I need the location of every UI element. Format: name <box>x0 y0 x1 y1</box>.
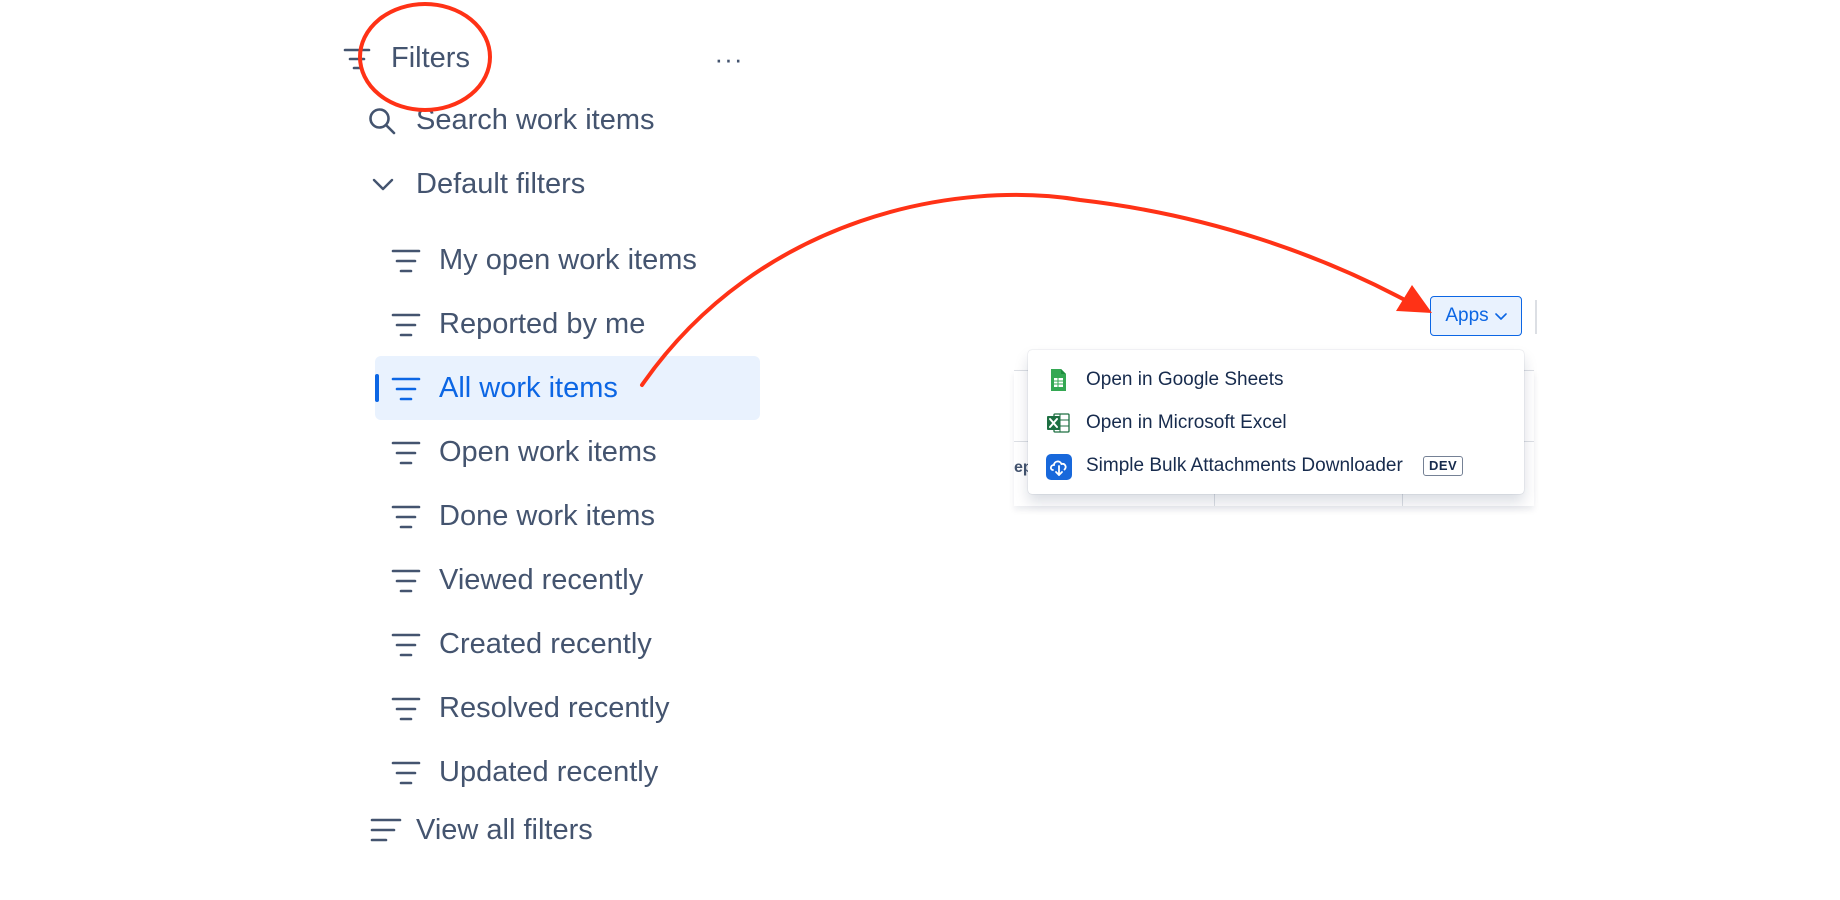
filter-item-viewed-recently[interactable]: Viewed recently <box>375 548 760 612</box>
search-work-items[interactable]: Search work items <box>360 100 760 140</box>
filters-header: Filters ··· <box>340 40 750 80</box>
filter-item-label: Open work items <box>439 436 657 468</box>
menu-item-open-microsoft-excel[interactable]: Open in Microsoft Excel <box>1028 401 1524 444</box>
more-actions-button[interactable]: ··· <box>710 40 748 78</box>
chevron-down-icon <box>1494 305 1507 327</box>
filter-item-my-open-work-items[interactable]: My open work items <box>375 228 760 292</box>
default-filters-label: Default filters <box>416 168 586 200</box>
filter-item-label: Reported by me <box>439 308 646 340</box>
filter-item-open-work-items[interactable]: Open work items <box>375 420 760 484</box>
menu-item-label: Simple Bulk Attachments Downloader <box>1086 455 1403 476</box>
filter-item-label: Updated recently <box>439 756 659 788</box>
menu-item-open-google-sheets[interactable]: Open in Google Sheets <box>1028 358 1524 401</box>
search-label: Search work items <box>416 104 655 136</box>
view-all-filters[interactable]: View all filters <box>360 810 760 850</box>
default-filters-toggle[interactable]: Default filters <box>360 164 760 204</box>
filters-title: Filters <box>391 42 470 74</box>
search-icon <box>367 106 397 141</box>
filter-item-label: Resolved recently <box>439 692 670 724</box>
google-sheets-icon <box>1046 368 1070 392</box>
filter-item-label: Created recently <box>439 628 652 660</box>
filter-item-all-work-items[interactable]: All work items <box>375 356 760 420</box>
menu-item-label: Open in Google Sheets <box>1086 369 1284 390</box>
filter-item-created-recently[interactable]: Created recently <box>375 612 760 676</box>
list-icon <box>370 816 402 849</box>
filter-item-label: Viewed recently <box>439 564 644 596</box>
toolbar-divider <box>1535 300 1537 334</box>
filter-icon <box>391 632 421 663</box>
filter-item-resolved-recently[interactable]: Resolved recently <box>375 676 760 740</box>
filter-icon <box>342 44 372 79</box>
filter-item-label: Done work items <box>439 500 655 532</box>
view-all-filters-label: View all filters <box>416 814 593 846</box>
dev-badge: DEV <box>1423 456 1464 476</box>
filter-icon <box>391 696 421 727</box>
annotation-overlay <box>358 2 1432 387</box>
default-filters-list: My open work items Reported by me All wo… <box>375 228 760 804</box>
microsoft-excel-icon <box>1046 411 1070 435</box>
filter-icon <box>391 376 421 407</box>
filter-icon <box>391 312 421 343</box>
filter-icon <box>391 248 421 279</box>
annotation-arrow-head <box>1396 285 1432 313</box>
filter-item-reported-by-me[interactable]: Reported by me <box>375 292 760 356</box>
menu-item-label: Open in Microsoft Excel <box>1086 412 1287 433</box>
filter-icon <box>391 504 421 535</box>
apps-dropdown-button[interactable]: Apps <box>1430 296 1522 336</box>
chevron-down-icon <box>372 178 394 197</box>
filter-icon <box>391 440 421 471</box>
filter-icon <box>391 568 421 599</box>
filter-item-updated-recently[interactable]: Updated recently <box>375 740 760 804</box>
filter-item-label: My open work items <box>439 244 697 276</box>
menu-item-simple-bulk-attachments-downloader[interactable]: Simple Bulk Attachments Downloader DEV <box>1028 444 1524 487</box>
filter-item-done-work-items[interactable]: Done work items <box>375 484 760 548</box>
cloud-download-icon <box>1046 454 1072 480</box>
apps-button-label: Apps <box>1445 305 1489 326</box>
apps-dropdown-menu: Open in Google Sheets Open in Microsoft … <box>1028 350 1524 494</box>
filter-item-label: All work items <box>439 372 618 404</box>
filter-icon <box>391 760 421 791</box>
